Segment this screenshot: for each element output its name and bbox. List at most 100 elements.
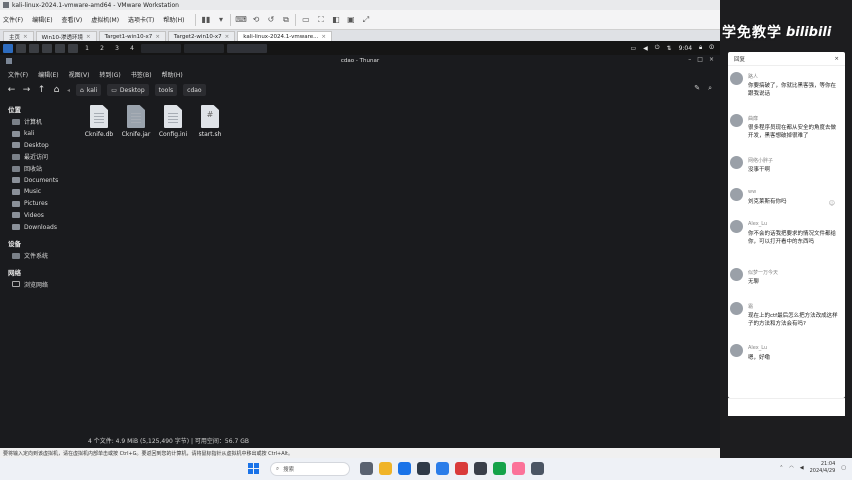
kali-clock[interactable]: 9:04 bbox=[679, 45, 692, 52]
wifi-icon[interactable]: ◠ bbox=[789, 465, 793, 471]
avatar[interactable] bbox=[730, 114, 743, 127]
sidebar-item-videos[interactable]: Videos bbox=[0, 210, 82, 222]
menu-bookmarks[interactable]: 书签(B) bbox=[131, 70, 152, 79]
snapshot-manager-icon[interactable]: ⧉ bbox=[280, 14, 291, 25]
avatar[interactable] bbox=[730, 188, 743, 201]
file-manager-launcher-icon[interactable] bbox=[29, 43, 39, 53]
power-icon[interactable]: ⏻ bbox=[655, 44, 660, 52]
volume-icon[interactable]: ◀ bbox=[643, 45, 648, 52]
search-icon[interactable]: ⌕ bbox=[708, 84, 712, 93]
comment-author[interactable]: 曲靡 bbox=[748, 115, 758, 122]
taskbar-window-button[interactable] bbox=[141, 43, 181, 53]
edit-path-icon[interactable]: ✎ bbox=[694, 84, 700, 93]
sidebar-item-pictures[interactable]: Pictures bbox=[0, 198, 82, 210]
vm-menu-file[interactable]: 文件(F) bbox=[3, 17, 23, 24]
bilibili-icon[interactable] bbox=[512, 462, 525, 475]
avatar[interactable] bbox=[730, 220, 743, 233]
breadcrumb-kali[interactable]: ⌂ kali bbox=[76, 84, 102, 96]
kali-menu-icon[interactable] bbox=[3, 43, 13, 53]
wechat-icon[interactable] bbox=[493, 462, 506, 475]
comment-author[interactable]: 似梦一万今天 bbox=[748, 269, 778, 276]
sidebar-item-downloads[interactable]: Downloads bbox=[0, 221, 82, 233]
avatar[interactable] bbox=[730, 72, 743, 85]
tab-target1[interactable]: Target1-win10-x7 × bbox=[98, 31, 166, 41]
snapshot-icon[interactable]: ⟲ bbox=[250, 14, 261, 25]
workspace-2[interactable]: 2 bbox=[96, 45, 108, 52]
breadcrumb-desktop[interactable]: ▭ Desktop bbox=[107, 84, 149, 96]
comment-author[interactable]: Alex_Lu bbox=[748, 345, 767, 351]
restore-snapshot-icon[interactable]: ↺ bbox=[265, 14, 276, 25]
file-item[interactable]: Cknife.db bbox=[85, 105, 113, 138]
avatar[interactable] bbox=[730, 344, 743, 357]
tab-home[interactable]: 主页 × bbox=[3, 31, 34, 41]
sidebar-item-music[interactable]: Music bbox=[0, 186, 82, 198]
forward-arrow-icon[interactable]: → bbox=[22, 85, 31, 95]
window-icon[interactable] bbox=[68, 43, 78, 53]
menu-view[interactable]: 视图(V) bbox=[69, 70, 90, 79]
sidebar-item-recent[interactable]: 最近访问 bbox=[0, 151, 82, 163]
notification-icon[interactable]: ▢ bbox=[841, 465, 846, 471]
tab-kali[interactable]: kali-linux-2024.1-vmware... × bbox=[237, 31, 332, 41]
menu-file[interactable]: 文件(F) bbox=[8, 70, 28, 79]
sidebar-item-kali[interactable]: kali bbox=[0, 128, 82, 140]
menu-help[interactable]: 帮助(H) bbox=[162, 70, 183, 79]
sidebar-item-filesystem[interactable]: 文件系统 bbox=[0, 250, 82, 262]
avatar[interactable] bbox=[730, 156, 743, 169]
comment-author[interactable]: 路人 bbox=[748, 73, 758, 80]
sidebar-item-browse-network[interactable]: 浏览网络 bbox=[0, 279, 82, 291]
avatar[interactable] bbox=[730, 268, 743, 281]
tab-win10[interactable]: Win10-渗透环境 × bbox=[35, 31, 97, 41]
vm-menu-view[interactable]: 查看(V) bbox=[61, 17, 82, 24]
minimize-icon[interactable]: – bbox=[688, 56, 691, 63]
breadcrumb-cdao[interactable]: cdao bbox=[183, 84, 206, 96]
edge-icon[interactable] bbox=[398, 462, 411, 475]
vm-menu-help[interactable]: 帮助(H) bbox=[163, 17, 184, 24]
vm-menu-edit[interactable]: 编辑(E) bbox=[32, 17, 52, 24]
close-icon[interactable]: × bbox=[709, 56, 714, 63]
close-icon[interactable]: × bbox=[834, 56, 839, 62]
comment-author[interactable]: 霜 bbox=[748, 303, 753, 310]
close-icon[interactable]: × bbox=[23, 34, 28, 40]
taskbar-window-button[interactable] bbox=[227, 43, 267, 53]
network-icon[interactable]: ⇅ bbox=[667, 45, 672, 52]
text-editor-launcher-icon[interactable] bbox=[42, 43, 52, 53]
vm-menu-vm[interactable]: 虚拟机(M) bbox=[91, 17, 119, 24]
browser-launcher-icon[interactable] bbox=[55, 43, 65, 53]
file-item[interactable]: Cknife.jar bbox=[122, 105, 150, 138]
vmware-icon[interactable] bbox=[436, 462, 449, 475]
fullscreen-icon[interactable]: ⛶ bbox=[315, 14, 326, 25]
breadcrumb-tools[interactable]: tools bbox=[154, 84, 178, 96]
up-arrow-icon[interactable]: ↑ bbox=[37, 85, 46, 95]
home-icon[interactable]: ⌂ bbox=[52, 85, 61, 95]
chevron-up-icon[interactable]: ⌃ bbox=[779, 465, 783, 471]
terminal-icon[interactable] bbox=[474, 462, 487, 475]
windows-start-icon[interactable] bbox=[248, 463, 259, 474]
app-icon[interactable] bbox=[455, 462, 468, 475]
unity-icon[interactable]: ◧ bbox=[330, 14, 341, 25]
comment-author[interactable]: ww bbox=[748, 189, 756, 195]
lock-icon[interactable]: 🔒︎ bbox=[699, 44, 702, 52]
maximize-icon[interactable]: □ bbox=[697, 56, 703, 63]
terminal-launcher-icon[interactable] bbox=[16, 43, 26, 53]
dropdown-icon[interactable]: ▾ bbox=[215, 14, 226, 25]
file-item[interactable]: # start.sh bbox=[197, 105, 223, 138]
volume-icon[interactable]: ◀ bbox=[800, 465, 804, 471]
close-icon[interactable]: × bbox=[321, 34, 326, 40]
comment-input-area[interactable] bbox=[728, 398, 845, 416]
taskbar-search[interactable]: ⌕ 搜索 bbox=[270, 462, 350, 476]
app-icon[interactable] bbox=[531, 462, 544, 475]
screen-icon[interactable]: ▭ bbox=[630, 45, 636, 52]
pause-icon[interactable]: ▮▮ bbox=[200, 14, 211, 25]
like-icon[interactable]: ☺ bbox=[829, 200, 835, 207]
console-view-icon[interactable]: ▣ bbox=[345, 14, 356, 25]
workspace-3[interactable]: 3 bbox=[111, 45, 123, 52]
workspace-1[interactable]: 1 bbox=[81, 45, 93, 52]
taskbar-window-button[interactable] bbox=[184, 43, 224, 53]
breadcrumb-left-icon[interactable]: ◂ bbox=[67, 87, 70, 94]
sidebar-item-documents[interactable]: Documents bbox=[0, 174, 82, 186]
send-keys-icon[interactable]: ⌨ bbox=[235, 14, 247, 25]
file-explorer-icon[interactable] bbox=[379, 462, 392, 475]
close-icon[interactable]: × bbox=[225, 34, 230, 40]
close-icon[interactable]: × bbox=[86, 34, 91, 40]
sidebar-item-computer[interactable]: 计算机 bbox=[0, 116, 82, 128]
